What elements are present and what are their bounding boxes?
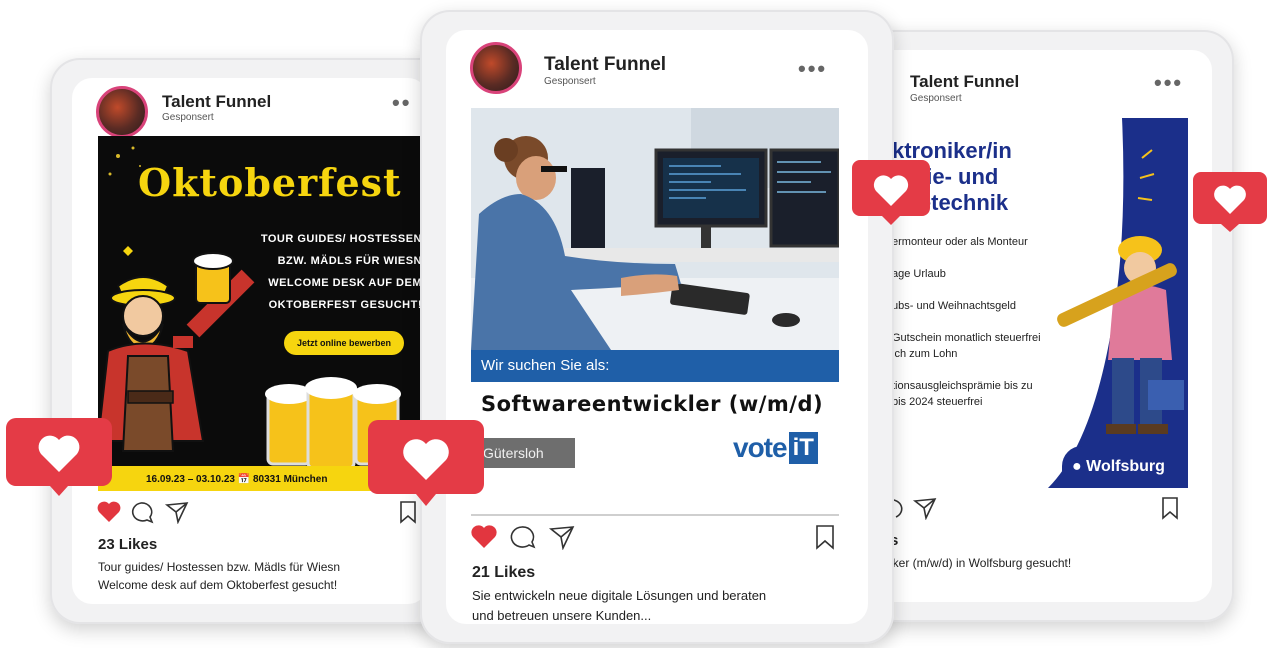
benefit-item: tionsausgleichsprämie bis zu <box>892 380 1033 392</box>
benefit-item: age Urlaub <box>892 268 946 280</box>
post-card-inner: Talent Funnel Gesponsert ••• ktroniker/i… <box>870 50 1212 602</box>
bookmark-icon[interactable] <box>1160 496 1180 520</box>
post-card-inner: Talent Funnel Gesponsert ••• Wir suchen … <box>446 30 868 624</box>
post-card-inner: Talent Funnel Gesponsert •• Oktoberfest … <box>72 78 428 604</box>
post-caption: iker (m/w/d) in Wolfsburg gesucht! <box>890 554 1210 572</box>
benefit-item: ich zum Lohn <box>892 348 958 360</box>
job-title: Softwareentwickler (w/m/d) <box>481 392 824 416</box>
heart-notification-icon <box>6 418 112 496</box>
caption-line: Welcome desk auf dem Oktoberfest gesucht… <box>98 578 338 592</box>
benefit-item: Gutschein monatlich steuerfrei <box>892 332 1041 344</box>
oktoberfest-line: BZW. MÄDLS FÜR WIESN <box>277 255 422 267</box>
date-location-footer: 16.09.23 – 03.10.23 📅 80331 München <box>146 474 328 485</box>
oktoberfest-line: TOUR GUIDES/ HOSTESSEN <box>260 233 422 245</box>
sponsored-label: Gesponsert <box>162 112 214 123</box>
avatar[interactable] <box>96 86 148 138</box>
developer-photo <box>471 108 839 350</box>
post-card-oktoberfest: Talent Funnel Gesponsert •• Oktoberfest … <box>50 58 450 624</box>
benefit-item: ermonteur oder als Monteur <box>892 236 1028 248</box>
caption-line: iker (m/w/d) in Wolfsburg gesucht! <box>890 556 1072 570</box>
hiring-banner: Wir suchen Sie als: <box>471 350 839 382</box>
heart-notification-icon <box>852 160 930 225</box>
caption-line: und betreuen unsere Kunden... <box>472 608 652 623</box>
oktoberfest-text: TOUR GUIDES/ HOSTESSEN BZW. MÄDLS FÜR WI… <box>261 228 422 316</box>
post-card-softwareentwickler: Talent Funnel Gesponsert ••• Wir suchen … <box>420 10 894 644</box>
heart-notification-icon <box>368 420 484 506</box>
more-dots-icon[interactable]: ••• <box>1154 70 1183 96</box>
apply-online-button[interactable]: Jetzt online bewerben <box>284 331 404 355</box>
benefit-item: bis 2024 steuerfrei <box>892 396 983 408</box>
sponsored-label: Gesponsert <box>910 93 962 104</box>
bookmark-icon[interactable] <box>814 524 836 550</box>
logo-box: iT <box>788 432 818 464</box>
oktoberfest-line: OKTOBERFEST GESUCHT! <box>268 299 422 311</box>
divider <box>471 514 839 516</box>
oktoberfest-line: WELCOME DESK AUF DEM <box>268 277 422 289</box>
benefit-item: ubs- und Weihnachtsgeld <box>892 300 1016 312</box>
account-name[interactable]: Talent Funnel <box>544 54 666 76</box>
caption-line: Tour guides/ Hostessen bzw. Mädls für Wi… <box>98 560 341 574</box>
logo-text: vote <box>733 432 788 463</box>
post-caption: Tour guides/ Hostessen bzw. Mädls für Wi… <box>98 558 428 594</box>
share-icon[interactable] <box>912 496 938 520</box>
location-pin-icon: ● <box>1072 458 1082 475</box>
voteit-logo: vote iT <box>733 432 818 466</box>
post-image-softwareentwickler: Wir suchen Sie als: Softwareentwickler (… <box>471 108 839 510</box>
oktoberfest-title: Oktoberfest <box>138 160 402 205</box>
heart-notification-icon <box>1193 172 1267 232</box>
more-dots-icon[interactable]: •• <box>392 90 411 116</box>
location-tag: Gütersloh <box>471 438 575 468</box>
location-name: Wolfsburg <box>1086 458 1165 475</box>
location-badge: ● Wolfsburg <box>1062 446 1188 488</box>
more-dots-icon[interactable]: ••• <box>798 56 827 82</box>
share-icon[interactable] <box>164 500 190 524</box>
caption-line: Sie entwickeln neue digitale Lösungen un… <box>472 588 767 603</box>
comment-icon[interactable] <box>128 500 154 524</box>
account-name[interactable]: Talent Funnel <box>162 92 271 112</box>
heart-icon[interactable] <box>96 500 122 524</box>
likes-count: 23 Likes <box>98 536 158 553</box>
heart-icon[interactable] <box>470 524 498 550</box>
share-icon[interactable] <box>548 524 576 550</box>
avatar[interactable] <box>470 42 522 94</box>
sponsored-label: Gesponsert <box>544 76 596 87</box>
account-name[interactable]: Talent Funnel <box>910 72 1019 92</box>
post-caption: Sie entwickeln neue digitale Lösungen un… <box>472 586 852 624</box>
post-card-elektroniker: Talent Funnel Gesponsert ••• ktroniker/i… <box>848 30 1234 622</box>
post-image-elektroniker: ktroniker/in ergie- und udetechnik ermon… <box>892 118 1188 488</box>
comment-icon[interactable] <box>508 524 536 550</box>
likes-count: 21 Likes <box>472 564 536 581</box>
